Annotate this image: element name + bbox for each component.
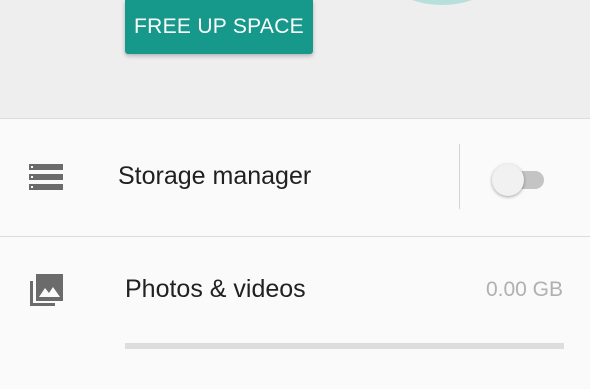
storage-manager-toggle[interactable] <box>492 163 546 196</box>
photos-videos-usage-bar <box>125 343 564 349</box>
storage-manager-label: Storage manager <box>118 162 312 190</box>
storage-summary-header: FREE UP SPACE <box>0 0 590 118</box>
storage-usage-ring <box>382 0 502 5</box>
vertical-divider <box>459 144 460 209</box>
photos-videos-row[interactable]: Photos & videos 0.00 GB <box>0 237 590 389</box>
photo-library-icon <box>30 274 63 306</box>
photos-videos-size: 0.00 GB <box>485 278 563 301</box>
storage-manager-row[interactable]: Storage manager <box>0 119 590 236</box>
storage-icon <box>29 164 63 190</box>
photos-videos-label: Photos & videos <box>125 275 306 303</box>
free-up-space-button[interactable]: FREE UP SPACE <box>125 0 313 54</box>
toggle-thumb[interactable] <box>492 164 524 196</box>
